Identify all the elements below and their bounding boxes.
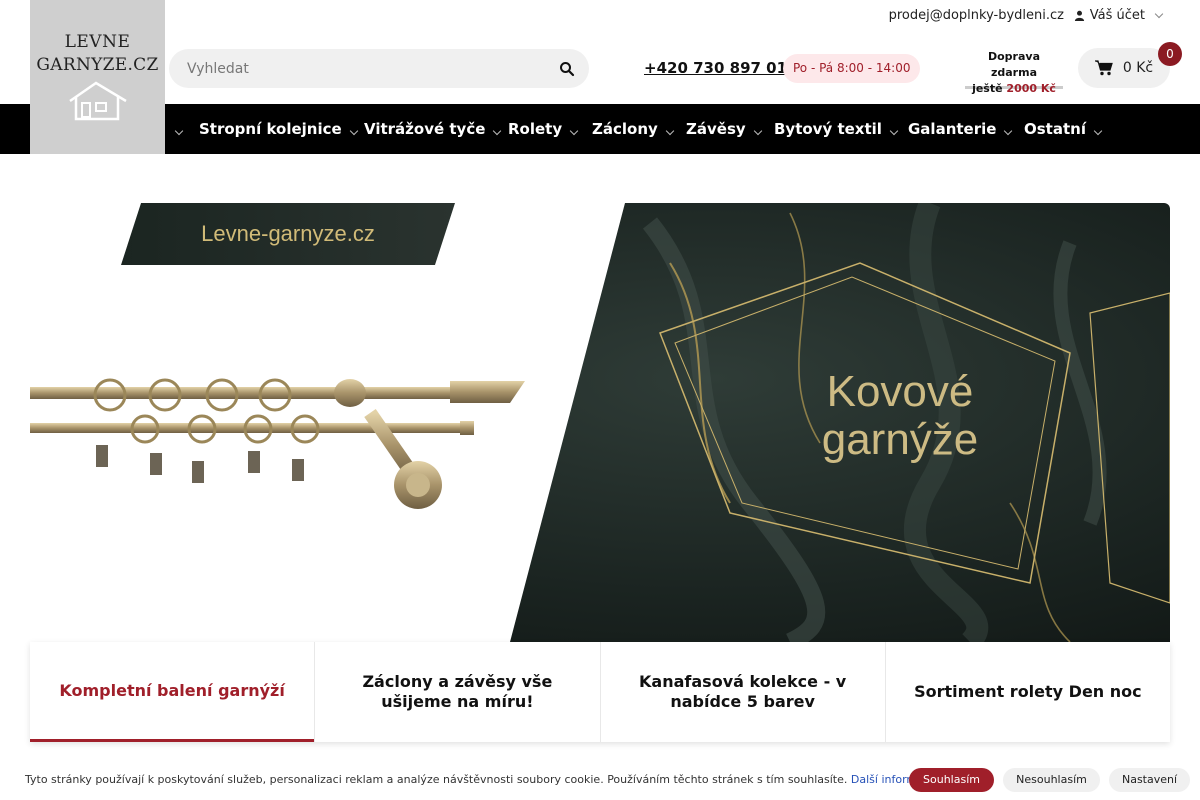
chevron-down-icon	[753, 126, 762, 136]
chevron-down-icon	[349, 126, 358, 136]
nav-item-vitrazove-tyce[interactable]: Vitrážové tyče	[364, 104, 502, 154]
cart-total: 0 Kč	[1122, 60, 1154, 76]
cart-icon	[1094, 60, 1113, 76]
banner-tab-kompletni-baleni[interactable]: Kompletní balení garnýží	[30, 642, 315, 742]
chevron-down-icon	[174, 126, 184, 136]
nav-item-rolety[interactable]: Rolety	[508, 104, 579, 154]
account-label: Váš účet	[1089, 8, 1145, 23]
free-shipping-indicator: Doprava zdarma ještě 2000 Kč	[965, 49, 1063, 95]
nav-item-bytovy-textil[interactable]: Bytový textil	[774, 104, 899, 154]
banner-tab-kanafasova-kolekce[interactable]: Kanafasová kolekce - v nabídce 5 barev	[599, 642, 885, 742]
chevron-down-icon	[1154, 9, 1164, 18]
cart-button[interactable]: 0 Kč	[1078, 48, 1170, 88]
headline-line-2: garnýže	[821, 415, 979, 464]
nav-item-zaclony[interactable]: Záclony	[592, 104, 675, 154]
banner-tab-rolety-den-noc[interactable]: Sortiment rolety Den noc	[884, 642, 1170, 742]
banner-tab-zaclony-zavesy[interactable]: Záclony a závěsy vše ušijeme na míru!	[314, 642, 599, 742]
nav-hidden-item-chevron[interactable]	[170, 104, 184, 154]
phone-number[interactable]: +420 730 897 017	[644, 59, 797, 77]
banner-brand-tag: Levne-garnyze.cz	[121, 203, 455, 265]
nav-item-label: Záclony	[592, 120, 658, 138]
account-menu[interactable]: Váš účet	[1074, 8, 1164, 23]
cookie-bar: Tyto stránky používají k poskytování slu…	[0, 760, 1200, 800]
house-icon	[68, 81, 127, 121]
nav-item-label: Rolety	[508, 120, 563, 138]
nav-item-zavesy[interactable]: Závěsy	[686, 104, 762, 154]
search-bar	[169, 49, 589, 88]
cookie-message: Tyto stránky používají k poskytování slu…	[25, 773, 848, 786]
nav-item-label: Bytový textil	[774, 120, 882, 138]
cart-count-badge: 0	[1158, 42, 1182, 66]
cookie-accept-button[interactable]: Souhlasím	[909, 768, 994, 792]
nav-item-label: Vitrážové tyče	[364, 120, 486, 138]
main-navigation: Stropní kolejnice Vitrážové tyče Rolety …	[0, 104, 1200, 154]
chevron-down-icon	[569, 126, 579, 136]
top-bar: prodej@doplnky-bydleni.cz Váš účet	[0, 0, 1200, 34]
logo-line-1: LEVNE	[64, 32, 131, 52]
nav-item-ostatni[interactable]: Ostatní	[1024, 104, 1103, 154]
search-input[interactable]	[169, 49, 539, 88]
chevron-down-icon	[889, 126, 899, 136]
curtain-rod-image	[30, 378, 525, 509]
banner-brand-text: Levne-garnyze.cz	[201, 221, 375, 246]
shipping-prefix: ještě	[972, 82, 1003, 95]
user-icon	[1074, 10, 1084, 21]
nav-item-label: Závěsy	[686, 120, 746, 138]
opening-hours-badge: Po - Pá 8:00 - 14:00	[783, 54, 921, 83]
chevron-down-icon	[493, 126, 502, 136]
chevron-down-icon	[1093, 126, 1103, 136]
nav-item-stropni-kolejnice[interactable]: Stropní kolejnice	[199, 104, 358, 154]
shipping-line-1: Doprava zdarma	[987, 50, 1040, 79]
headline-line-1: Kovové	[826, 367, 974, 416]
contact-email[interactable]: prodej@doplnky-bydleni.cz	[889, 8, 1064, 23]
banner-headline: Kovové garnýže	[800, 368, 1000, 464]
shipping-line-2: ještě 2000 Kč	[965, 81, 1063, 97]
nav-item-label: Ostatní	[1024, 120, 1086, 138]
nav-item-galanterie[interactable]: Galanterie	[908, 104, 1013, 154]
banner-tabs: Kompletní balení garnýží Záclony a závěs…	[30, 642, 1170, 742]
cookie-text: Tyto stránky používají k poskytování slu…	[25, 773, 937, 786]
chevron-down-icon	[1004, 126, 1013, 136]
chevron-down-icon	[665, 126, 675, 136]
cookie-settings-button[interactable]: Nastavení	[1109, 768, 1190, 792]
nav-item-label: Galanterie	[908, 120, 997, 138]
site-logo[interactable]: LEVNE GARNYZE.CZ	[30, 0, 165, 154]
cookie-reject-button[interactable]: Nesouhlasím	[1003, 768, 1100, 792]
hero-banner[interactable]: Levne-garnyze.cz Kovové garnýže	[30, 203, 1170, 642]
shipping-amount: 2000 Kč	[1006, 82, 1056, 95]
search-icon[interactable]	[559, 61, 575, 77]
logo-line-2: GARNYZE.CZ	[36, 55, 159, 75]
nav-item-label: Stropní kolejnice	[199, 120, 342, 138]
